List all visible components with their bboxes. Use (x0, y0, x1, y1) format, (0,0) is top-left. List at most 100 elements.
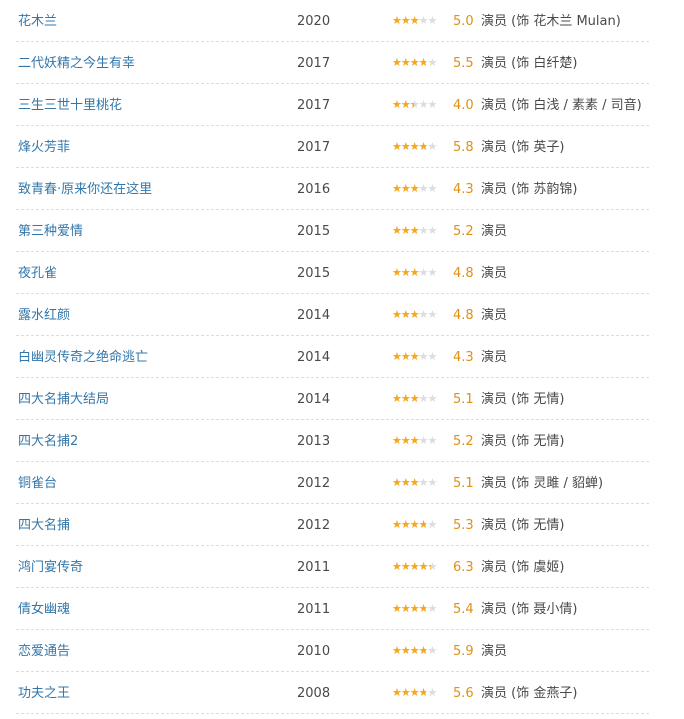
rating-stars-icon: ★★★★★ ★★★★★ (392, 561, 448, 573)
stars-filled: ★★★★★ (392, 393, 420, 405)
film-year: 2013 (297, 434, 331, 449)
film-role: 演员 (饰 无情) (481, 434, 565, 449)
stars-filled: ★★★★★ (392, 687, 426, 699)
film-year: 2014 (297, 308, 331, 323)
film-role: 演员 (饰 英子) (481, 140, 565, 155)
film-title-link[interactable]: 二代妖精之今生有幸 (18, 56, 135, 72)
stars-filled: ★★★★★ (392, 183, 420, 195)
film-row: 四大名捕2 2013 ★★★★★ ★★★★★ 5.2 演员 (饰 无情) (16, 420, 649, 462)
film-row: 致青春·原来你还在这里 2016 ★★★★★ ★★★★★ 4.3 演员 (饰 苏… (16, 168, 649, 210)
stars-filled: ★★★★★ (392, 477, 420, 489)
film-title-link[interactable]: 夜孔雀 (18, 266, 57, 282)
film-rating: 4.0 (453, 98, 474, 113)
film-year: 2012 (297, 476, 331, 491)
rating-stars-icon: ★★★★★ ★★★★★ (392, 15, 448, 27)
film-role: 演员 (饰 金燕子) (481, 686, 578, 701)
film-title-link[interactable]: 倩女幽魂 (18, 602, 70, 618)
filmography-list: 花木兰 2020 ★★★★★ ★★★★★ 5.0 演员 (饰 花木兰 Mulan… (16, 0, 649, 714)
stars-filled: ★★★★★ (392, 99, 414, 111)
film-rating: 5.1 (453, 392, 474, 407)
film-rating: 5.2 (453, 224, 474, 239)
film-role: 演员 (481, 266, 508, 281)
stars-filled: ★★★★★ (392, 603, 426, 615)
film-title-link[interactable]: 白幽灵传奇之绝命逃亡 (18, 350, 148, 366)
rating-stars-icon: ★★★★★ ★★★★★ (392, 225, 448, 237)
stars-filled: ★★★★★ (392, 519, 426, 531)
rating-stars-icon: ★★★★★ ★★★★★ (392, 519, 448, 531)
film-role: 演员 (饰 花木兰 Mulan) (481, 14, 621, 29)
stars-filled: ★★★★★ (392, 561, 431, 573)
film-row: 鸿门宴传奇 2011 ★★★★★ ★★★★★ 6.3 演员 (饰 虞姬) (16, 546, 649, 588)
film-rating: 4.8 (453, 266, 474, 281)
film-rating: 5.1 (453, 476, 474, 491)
film-rating: 4.8 (453, 308, 474, 323)
film-row: 花木兰 2020 ★★★★★ ★★★★★ 5.0 演员 (饰 花木兰 Mulan… (16, 0, 649, 42)
film-title-link[interactable]: 铜雀台 (18, 476, 57, 492)
film-role: 演员 (饰 苏韵锦) (481, 182, 578, 197)
film-year: 2017 (297, 56, 331, 71)
stars-filled: ★★★★★ (392, 435, 420, 447)
film-year: 2011 (297, 560, 331, 575)
film-title-link[interactable]: 功夫之王 (18, 686, 70, 702)
film-rating: 5.2 (453, 434, 474, 449)
film-title-link[interactable]: 烽火芳菲 (18, 140, 70, 156)
film-title-link[interactable]: 四大名捕2 (18, 434, 78, 450)
film-year: 2011 (297, 602, 331, 617)
film-row: 三生三世十里桃花 2017 ★★★★★ ★★★★★ 4.0 演员 (饰 白浅 /… (16, 84, 649, 126)
rating-stars-icon: ★★★★★ ★★★★★ (392, 435, 448, 447)
film-year: 2015 (297, 224, 331, 239)
film-title-link[interactable]: 花木兰 (18, 14, 57, 30)
film-row: 第三种爱情 2015 ★★★★★ ★★★★★ 5.2 演员 (16, 210, 649, 252)
film-rating: 5.5 (453, 56, 474, 71)
film-title-link[interactable]: 三生三世十里桃花 (18, 98, 122, 114)
rating-stars-icon: ★★★★★ ★★★★★ (392, 687, 448, 699)
rating-stars-icon: ★★★★★ ★★★★★ (392, 267, 448, 279)
film-row: 四大名捕大结局 2014 ★★★★★ ★★★★★ 5.1 演员 (饰 无情) (16, 378, 649, 420)
film-rating: 6.3 (453, 560, 474, 575)
film-row: 二代妖精之今生有幸 2017 ★★★★★ ★★★★★ 5.5 演员 (饰 白纤楚… (16, 42, 649, 84)
film-row: 功夫之王 2008 ★★★★★ ★★★★★ 5.6 演员 (饰 金燕子) (16, 672, 649, 714)
film-title-link[interactable]: 露水红颜 (18, 308, 70, 324)
film-role: 演员 (481, 308, 508, 323)
film-title-link[interactable]: 鸿门宴传奇 (18, 560, 83, 576)
stars-filled: ★★★★★ (392, 141, 426, 153)
film-row: 四大名捕 2012 ★★★★★ ★★★★★ 5.3 演员 (饰 无情) (16, 504, 649, 546)
film-title-link[interactable]: 恋爱通告 (18, 644, 70, 660)
film-year: 2014 (297, 350, 331, 365)
film-row: 倩女幽魂 2011 ★★★★★ ★★★★★ 5.4 演员 (饰 聂小倩) (16, 588, 649, 630)
film-rating: 5.0 (453, 14, 474, 29)
film-title-link[interactable]: 第三种爱情 (18, 224, 83, 240)
film-role: 演员 (饰 白浅 / 素素 / 司音) (481, 98, 642, 113)
stars-filled: ★★★★★ (392, 351, 420, 363)
film-role: 演员 (饰 灵雎 / 貂蝉) (481, 476, 604, 491)
film-role: 演员 (481, 224, 508, 239)
rating-stars-icon: ★★★★★ ★★★★★ (392, 393, 448, 405)
film-year: 2015 (297, 266, 331, 281)
film-rating: 5.3 (453, 518, 474, 533)
film-role: 演员 (481, 350, 508, 365)
film-role: 演员 (饰 白纤楚) (481, 56, 578, 71)
film-rating: 5.9 (453, 644, 474, 659)
film-year: 2017 (297, 140, 331, 155)
rating-stars-icon: ★★★★★ ★★★★★ (392, 351, 448, 363)
film-title-link[interactable]: 致青春·原来你还在这里 (18, 182, 152, 198)
film-title-link[interactable]: 四大名捕 (18, 518, 70, 534)
film-year: 2020 (297, 14, 331, 29)
rating-stars-icon: ★★★★★ ★★★★★ (392, 645, 448, 657)
film-role: 演员 (饰 聂小倩) (481, 602, 578, 617)
film-row: 铜雀台 2012 ★★★★★ ★★★★★ 5.1 演员 (饰 灵雎 / 貂蝉) (16, 462, 649, 504)
rating-stars-icon: ★★★★★ ★★★★★ (392, 141, 448, 153)
film-row: 夜孔雀 2015 ★★★★★ ★★★★★ 4.8 演员 (16, 252, 649, 294)
rating-stars-icon: ★★★★★ ★★★★★ (392, 309, 448, 321)
stars-filled: ★★★★★ (392, 267, 420, 279)
film-rating: 5.4 (453, 602, 474, 617)
film-role: 演员 (饰 无情) (481, 518, 565, 533)
rating-stars-icon: ★★★★★ ★★★★★ (392, 99, 448, 111)
film-role: 演员 (481, 644, 508, 659)
film-title-link[interactable]: 四大名捕大结局 (18, 392, 109, 408)
film-row: 恋爱通告 2010 ★★★★★ ★★★★★ 5.9 演员 (16, 630, 649, 672)
film-rating: 5.8 (453, 140, 474, 155)
stars-filled: ★★★★★ (392, 15, 420, 27)
film-rating: 4.3 (453, 350, 474, 365)
film-year: 2017 (297, 98, 331, 113)
